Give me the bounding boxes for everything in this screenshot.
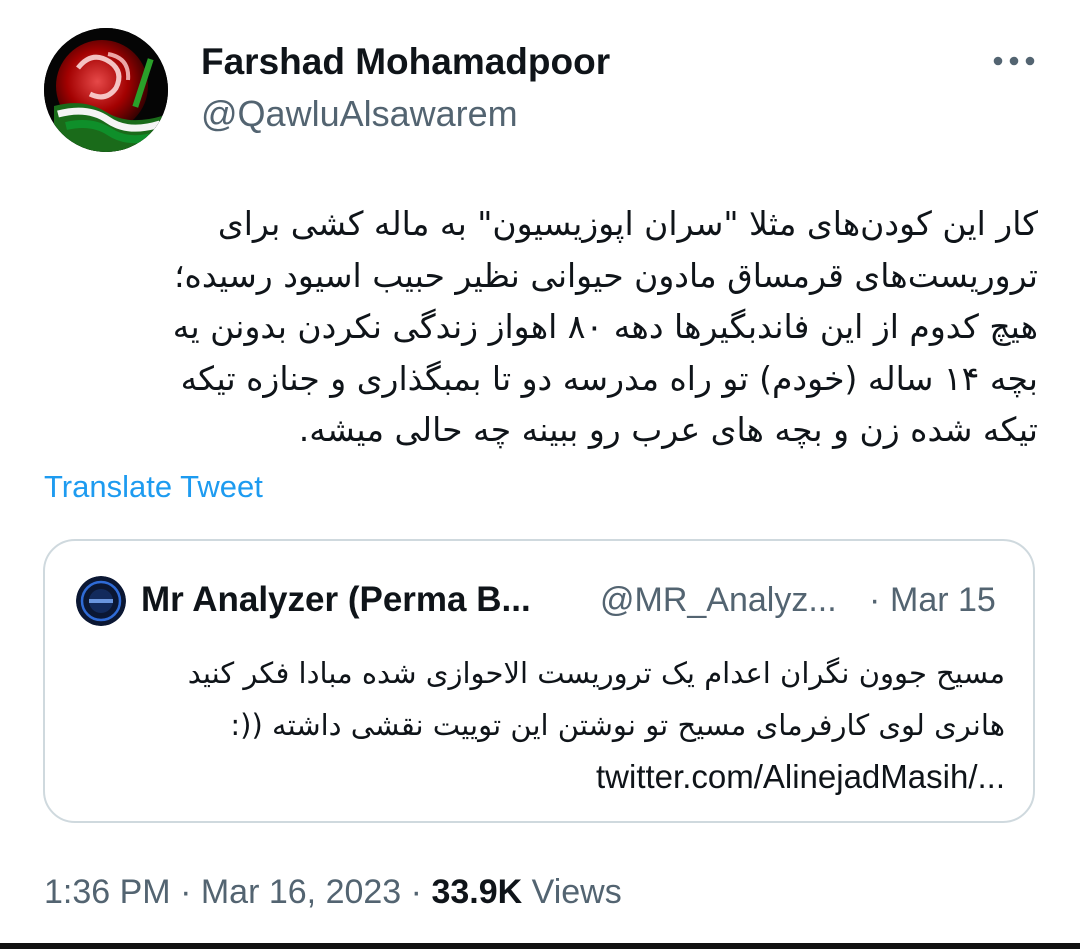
mr-analyzer-avatar-icon <box>76 576 126 626</box>
tweet-text-line: بچه ۱۴ ساله (خودم) تو راه مدرسه دو تا بم… <box>180 358 1038 398</box>
tweet-meta: 1:36 PM · Mar 16, 2023 · 33.9K Views <box>44 870 622 914</box>
more-options-icon[interactable] <box>988 46 1040 76</box>
quoted-text-line: مسیح جوون نگران اعدام یک تروریست الاحواز… <box>187 656 1005 690</box>
author-avatar[interactable] <box>44 28 168 152</box>
tweet-text-line: هیچ کدوم از این فاندبگیرها دهه ۸۰ اهواز … <box>172 307 1038 346</box>
quoted-tweet[interactable]: Mr Analyzer (Perma B... @MR_Analyz... · … <box>43 539 1035 823</box>
tweet-date[interactable]: Mar 16, 2023 <box>201 873 401 911</box>
meta-separator: · <box>180 873 192 911</box>
author-handle[interactable]: @QawluAlsawarem <box>201 92 518 136</box>
quoted-author-handle[interactable]: @MR_Analyz... <box>600 578 837 622</box>
quoted-text-line: هانری لوی کارفرمای مسیح تو نوشتن این توی… <box>230 708 1005 742</box>
tweet-text-line: تروریست‌های قرمساق مادون حیوانی نظیر حبی… <box>174 255 1038 295</box>
quoted-text: مسیح جوون نگران اعدام یک تروریست الاحواز… <box>75 647 1005 803</box>
views-count[interactable]: 33.9K <box>431 873 522 911</box>
quoted-link[interactable]: twitter.com/AlinejadMasih/... <box>75 751 1005 803</box>
tweet-text-line: تیکه شده زن و بچه های عرب رو ببینه چه حا… <box>298 410 1038 449</box>
tweet-card: Farshad Mohamadpoor @QawluAlsawarem کار … <box>0 0 1080 949</box>
bottom-divider <box>0 943 1080 949</box>
author-name[interactable]: Farshad Mohamadpoor <box>201 40 610 84</box>
quoted-author-name[interactable]: Mr Analyzer (Perma B... <box>141 578 531 622</box>
quoted-date[interactable]: Mar 15 <box>890 578 996 622</box>
translate-tweet-link[interactable]: Translate Tweet <box>44 467 263 507</box>
tweet-text-line: کار این کودن‌های مثلا "سران اپوزیسیون" ب… <box>217 204 1038 243</box>
meta-separator: · <box>410 873 422 911</box>
iran-flag-emblem-avatar-icon <box>44 28 168 152</box>
quoted-author-avatar[interactable] <box>76 576 126 626</box>
tweet-text: کار این کودن‌های مثلا "سران اپوزیسیون" ب… <box>44 198 1038 456</box>
quoted-separator: · <box>869 581 881 619</box>
tweet-time[interactable]: 1:36 PM <box>44 873 171 911</box>
views-label: Views <box>531 873 622 911</box>
